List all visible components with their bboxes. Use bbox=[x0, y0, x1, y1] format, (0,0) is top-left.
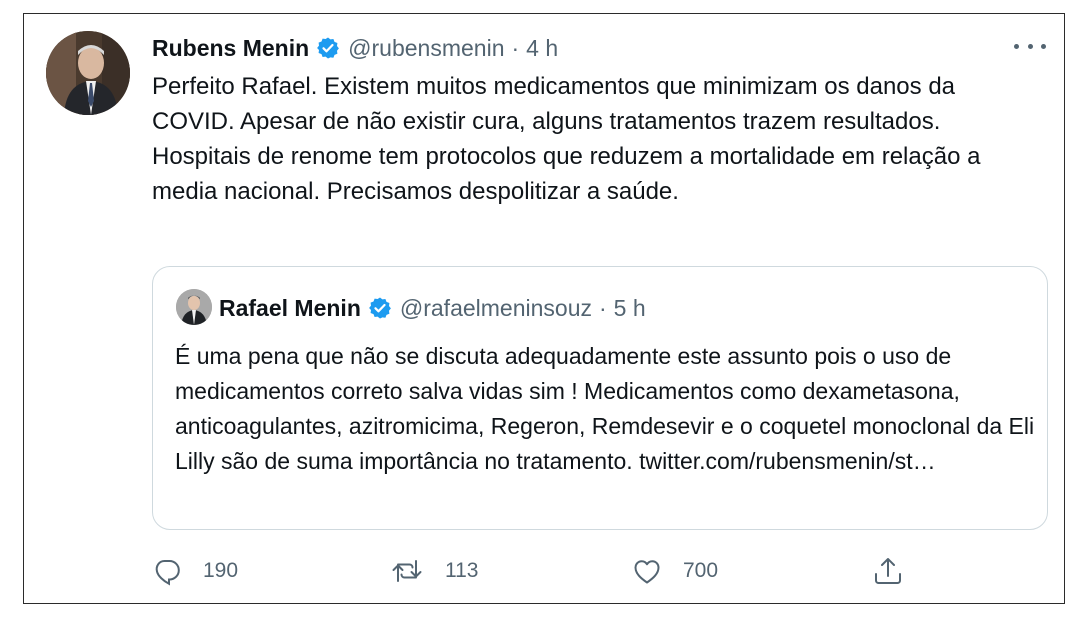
quoted-header-separator: · bbox=[598, 294, 607, 321]
reply-icon bbox=[152, 556, 182, 586]
like-button[interactable]: 700 bbox=[632, 552, 718, 590]
verified-badge-icon bbox=[316, 36, 340, 60]
share-button[interactable] bbox=[872, 552, 904, 590]
tweet-text: Perfeito Rafael. Existem muitos medicame… bbox=[152, 73, 981, 205]
author-avatar[interactable] bbox=[46, 31, 130, 115]
like-count: 700 bbox=[683, 559, 719, 582]
share-icon bbox=[872, 555, 904, 587]
reply-count: 190 bbox=[203, 559, 239, 582]
more-dot bbox=[1027, 43, 1033, 49]
quoted-tweet[interactable]: Rafael Menin @rafaelmeninsouz · 5 h É um… bbox=[152, 266, 1048, 530]
retweet-count: 113 bbox=[445, 559, 479, 582]
verified-badge-icon bbox=[368, 296, 392, 320]
quoted-author-avatar[interactable] bbox=[176, 289, 212, 325]
quoted-author-name[interactable]: Rafael Menin bbox=[219, 295, 361, 322]
tweet-timestamp[interactable]: 4 h bbox=[526, 35, 558, 62]
quoted-author-handle[interactable]: @rafaelmeninsouz bbox=[400, 295, 592, 322]
more-options-icon[interactable] bbox=[1014, 36, 1046, 56]
header-separator: · bbox=[511, 34, 520, 61]
retweet-icon bbox=[390, 556, 424, 586]
tweet-header: Rubens Menin @rubensmenin · 4 h bbox=[152, 30, 558, 66]
author-handle[interactable]: @rubensmenin bbox=[348, 35, 504, 62]
more-dot bbox=[1014, 43, 1019, 49]
author-name[interactable]: Rubens Menin bbox=[152, 35, 309, 62]
more-dot bbox=[1041, 43, 1046, 49]
quoted-tweet-text: É uma pena que não se discuta adequadame… bbox=[175, 343, 1035, 474]
heart-icon bbox=[632, 556, 662, 586]
reply-button[interactable]: 190 bbox=[152, 552, 238, 590]
retweet-button[interactable]: 113 bbox=[390, 552, 478, 590]
tweet-actions: 190 113 700 bbox=[152, 552, 912, 590]
quoted-tweet-timestamp[interactable]: 5 h bbox=[614, 295, 646, 322]
quoted-tweet-header: Rafael Menin @rafaelmeninsouz · 5 h bbox=[219, 289, 646, 327]
